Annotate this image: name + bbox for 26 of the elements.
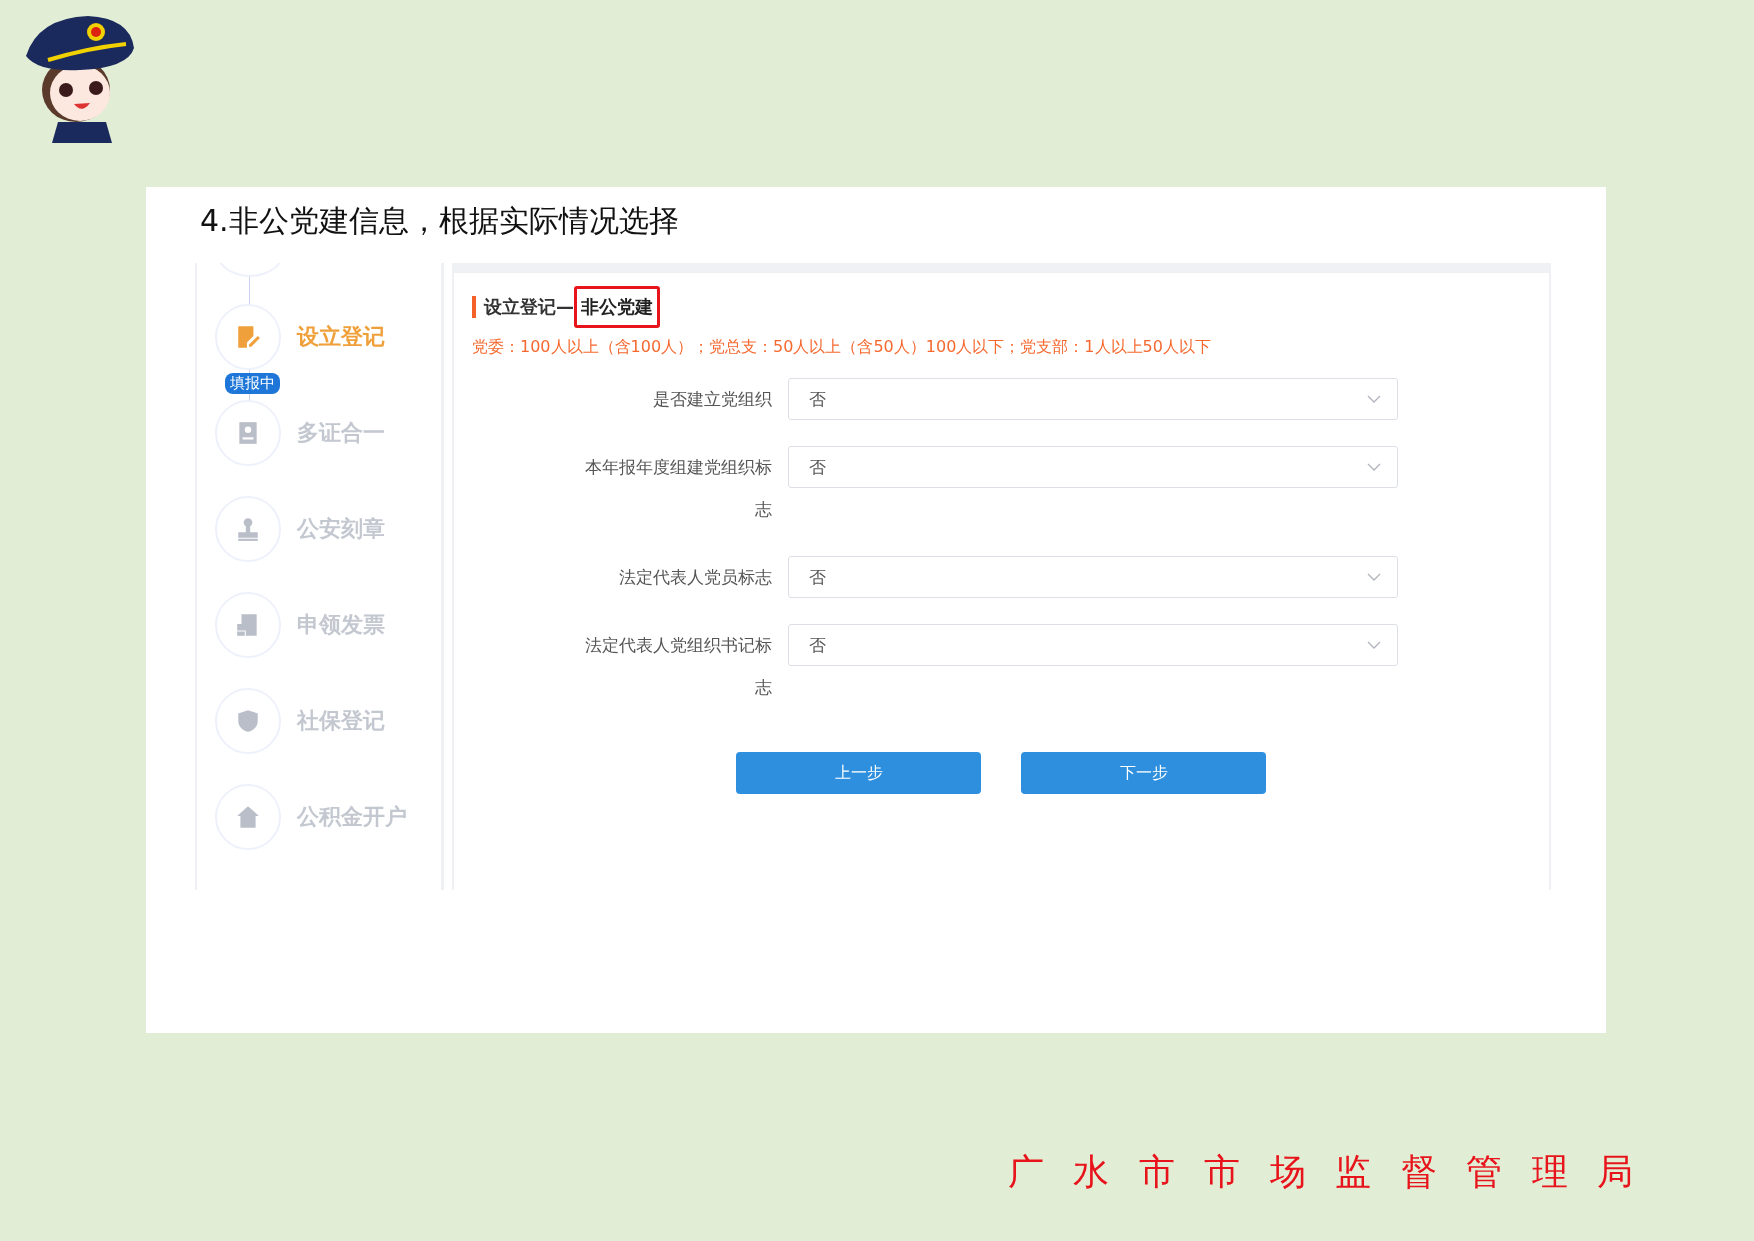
- chevron-down-icon: [1367, 463, 1381, 471]
- shield-icon: [235, 708, 261, 734]
- field-label: 法定代表人党员标志: [618, 566, 772, 589]
- footer-text: 广 水 市 市 场 监 督 管 理 局: [1008, 1150, 1642, 1194]
- slide-title: 4.非公党建信息，根据实际情况选择: [200, 202, 680, 240]
- step-button[interactable]: 下一步: [1021, 752, 1266, 794]
- select-field[interactable]: 否: [788, 378, 1398, 420]
- select-field[interactable]: 否: [788, 624, 1398, 666]
- stamp-icon: [235, 516, 261, 542]
- section-title-highlighted: 非公党建: [574, 286, 660, 328]
- field-label: 本年报年度组建党组织标志: [584, 456, 772, 521]
- note-edit-icon: [235, 324, 261, 350]
- chevron-down-icon: [1367, 395, 1381, 403]
- step-button[interactable]: 上一步: [736, 752, 981, 794]
- step-label[interactable]: 设立登记: [297, 322, 385, 352]
- select-field[interactable]: 否: [788, 556, 1398, 598]
- field-label: 是否建立党组织: [652, 388, 772, 411]
- field-label: 法定代表人党组织书记标志: [584, 634, 772, 699]
- section-title: 设立登记—: [484, 295, 574, 319]
- chevron-down-icon: [1367, 573, 1381, 581]
- select-field[interactable]: 否: [788, 446, 1398, 488]
- status-badge: 填报中: [225, 373, 280, 394]
- hint-text: 党委：100人以上（含100人）；党总支：50人以上（含50人）100人以下；党支部：1人以上50人以下: [472, 337, 1212, 358]
- house-icon: [235, 804, 261, 830]
- chevron-down-icon: [1367, 641, 1381, 649]
- accent-bar: [472, 296, 476, 318]
